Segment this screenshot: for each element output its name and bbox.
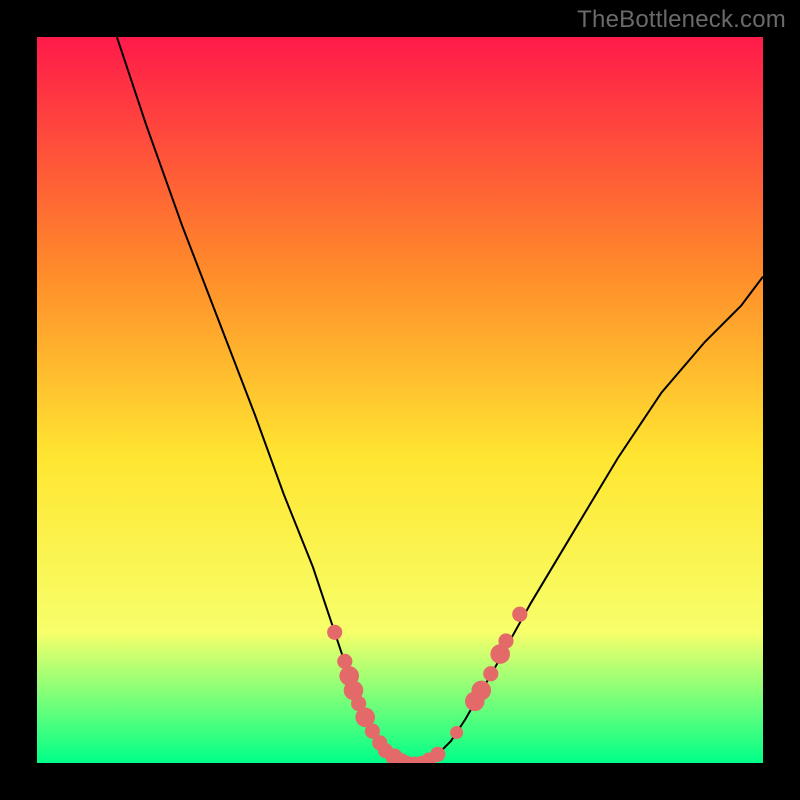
marker-dot xyxy=(450,726,463,739)
marker-dot xyxy=(512,607,527,622)
marker-dot xyxy=(498,633,513,648)
watermark-text: TheBottleneck.com xyxy=(577,6,786,34)
marker-dot xyxy=(430,747,445,762)
plot-background xyxy=(37,37,763,763)
chart-stage: TheBottleneck.com xyxy=(0,0,800,800)
bottleneck-chart xyxy=(0,0,800,800)
marker-dot xyxy=(483,666,498,681)
marker-dot xyxy=(472,681,492,701)
marker-dot xyxy=(327,625,342,640)
